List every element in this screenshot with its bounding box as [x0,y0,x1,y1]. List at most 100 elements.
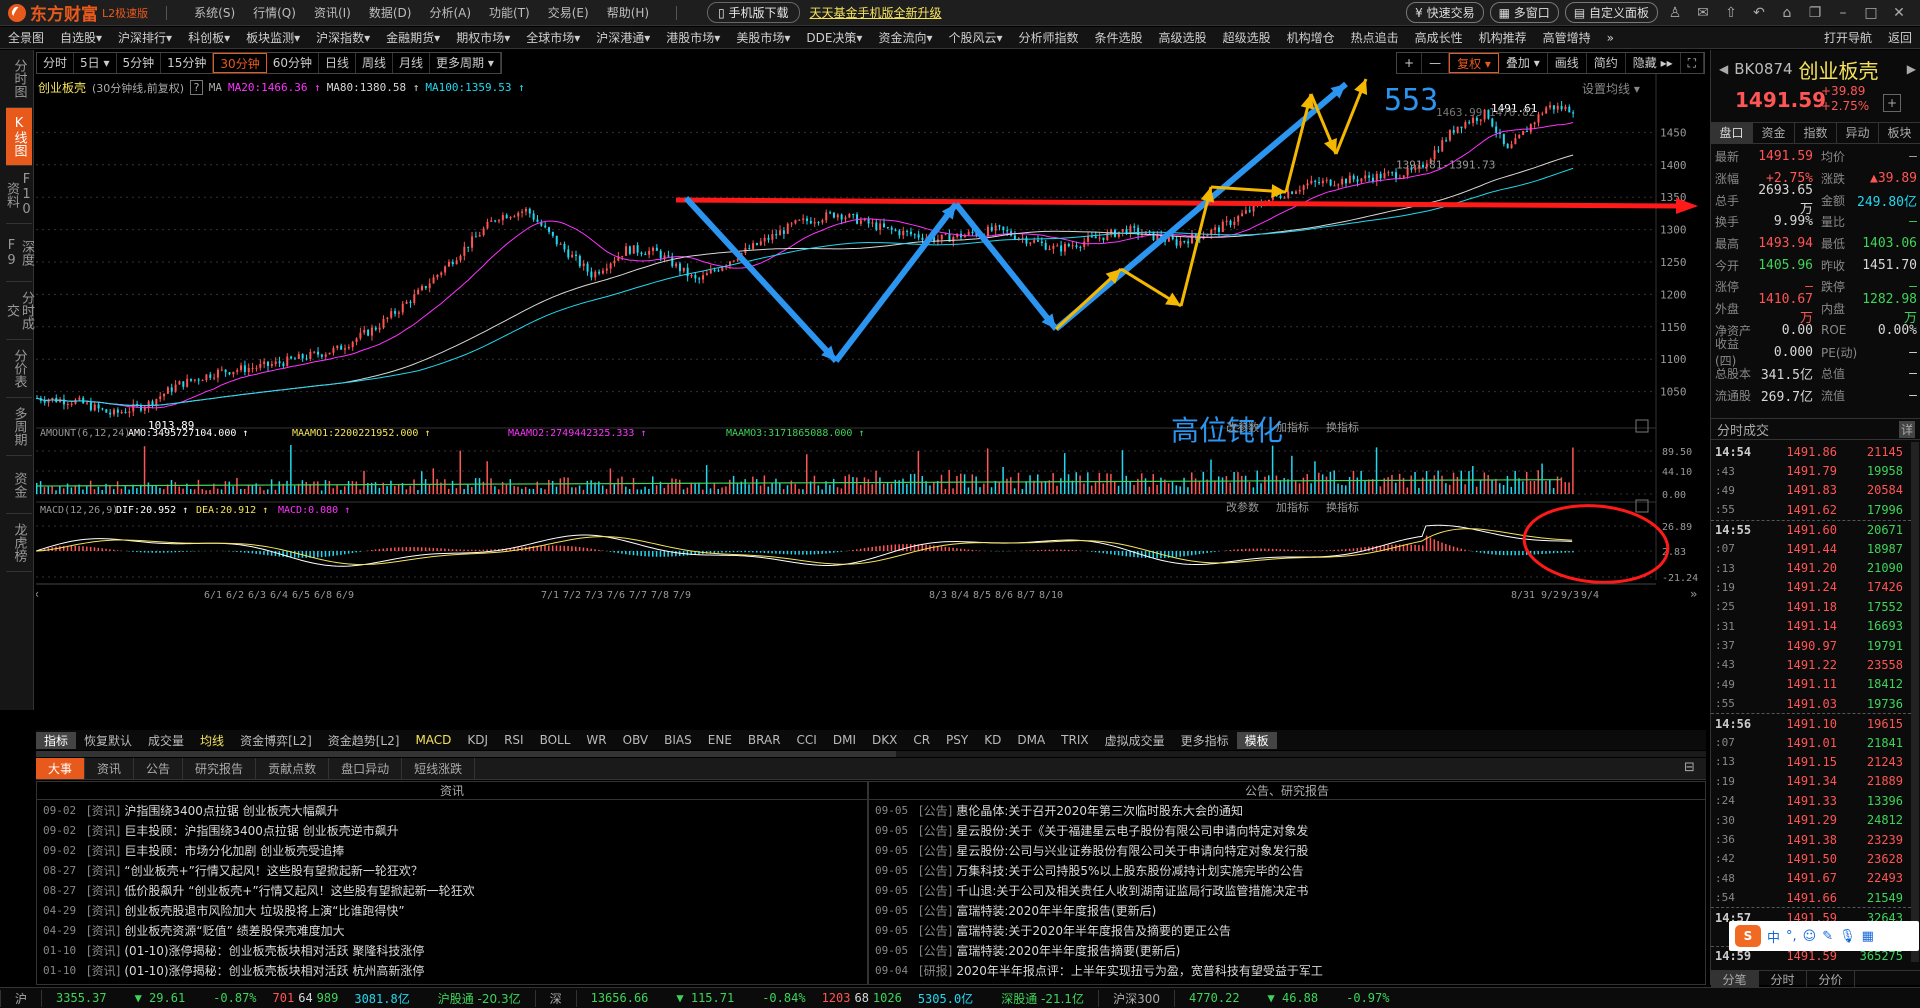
nav-item[interactable]: 沪深指数▾ [308,29,378,46]
ime-toolbar[interactable]: S 中 °, ☺ ✎ 🎙 ▦ [1729,921,1919,951]
sh-index[interactable]: 3355.37 [42,991,121,1005]
news-title[interactable]: 巨丰投顾：市场分化加剧 创业板壳受追捧 [124,842,344,859]
indicator-item[interactable]: DKX [864,733,905,747]
quote-tab[interactable]: 盘口 [1711,123,1753,143]
indicator-item[interactable]: CR [905,733,938,747]
news-title[interactable]: 创业板壳资源“贬值” 绩差股保壳难度加大 [124,922,344,939]
hs300-index[interactable]: 4770.22 [1175,991,1254,1005]
sz-index[interactable]: 13656.66 [577,991,663,1005]
indicator-item[interactable]: TRIX [1053,733,1096,747]
mic-icon[interactable]: 🎙 [1839,929,1856,944]
indicator-scrollbar[interactable] [36,751,1706,757]
quote-tab[interactable]: 异动 [1837,123,1879,143]
menu-item[interactable]: 系统(S) [185,4,244,21]
news-title[interactable]: 千山退:关于公司及相关责任人收到湖南证监局行政监管措施决定书 [956,882,1308,899]
nav-item[interactable]: 美股市场▾ [728,29,798,46]
chart-tool-button[interactable]: ⛶ [1681,53,1705,73]
news-tab[interactable]: 盘口异动 [329,758,403,779]
news-title[interactable]: 富瑞特装:2020年半年度报告(更新后) [956,902,1156,919]
indicator-item[interactable]: WR [578,733,614,747]
indicator-item[interactable]: DMA [1009,733,1053,747]
news-item[interactable]: 09-05 [公告] 富瑞特装:2020年半年度报告(更新后) [869,900,1705,920]
indicator-item[interactable]: CCI [789,733,825,747]
nav-right-item[interactable]: 打开导航 [1816,29,1880,46]
ticks-view-tab[interactable]: 分笔 [1711,971,1759,988]
vol-close-icon[interactable] [1635,419,1649,433]
news-title[interactable]: 富瑞特装:关于2020年半年度报告及摘要的更正公告 [956,922,1231,939]
nav-item[interactable]: 自选股▾ [52,29,110,46]
nav-item[interactable]: 个股风云▾ [940,29,1010,46]
news-item[interactable]: 09-05 [公告] 富瑞特装:2020年半年度报告摘要(更新后) [869,940,1705,960]
ime-punct[interactable]: °, [1786,929,1797,944]
promo-link[interactable]: 天天基金手机版全新升级 [810,4,942,21]
pen-icon[interactable]: ✎ [1822,929,1833,944]
news-title[interactable]: (01-10)涨停揭秘：创业板壳板块相对活跃 聚隆科技涨停 [124,942,424,959]
news-item[interactable]: 09-02 [资讯] 巨丰投顾：市场分化加剧 创业板壳受追捧 [37,840,867,860]
nav-item[interactable]: 机构推荐 [1471,29,1535,46]
period-tab[interactable]: 周线 [356,53,394,73]
vol-panel-button[interactable]: 加指标 [1276,420,1309,434]
nav-item[interactable]: » [1599,31,1622,45]
news-item[interactable]: 09-04 [研报] 2020年半年报点评：上半年实现扭亏为盈，宽普科技有望受益于军… [869,960,1705,980]
left-tab[interactable]: 分时成交 [4,282,34,340]
nav-item[interactable]: 分析师指数 [1011,29,1087,46]
vol-panel-button[interactable]: 换指标 [1326,420,1359,434]
news-title[interactable]: 沪指围绕3400点拉锯 创业板壳大幅飙升 [124,802,338,819]
kline-chart[interactable]: 1050110011501200125013001350140014501013… [32,74,1706,724]
menu-item[interactable]: 帮助(H) [598,4,658,21]
news-title[interactable]: 星云股份:公司与兴业证券股份有限公司关于申请向特定对象发行股 [956,842,1308,859]
nav-item[interactable]: 沪深排行▾ [110,29,180,46]
news-item[interactable]: 04-29 [资讯] 创业板壳资源“贬值” 绩差股保壳难度加大 [37,920,867,940]
next-stock-arrow[interactable]: ▶ [1907,62,1916,76]
news-item[interactable]: 09-05 [公告] 惠伦晶体:关于召开2020年第三次临时股东大会的通知 [869,800,1705,820]
chart-tool-button[interactable]: 叠加 ▾ [1499,53,1548,73]
quick-trade-button[interactable]: ¥ 快速交易 [1406,2,1484,23]
kline-chart-area[interactable]: 1050 1100 1150 1200 1250 1300 1350 1400 1450 1013… [32,74,1706,724]
menu-item[interactable]: 数据(D) [360,4,421,21]
news-title[interactable]: “创业板壳+”行情又起风！这些股有望掀起新一轮狂欢？ [124,862,423,879]
indicator-item[interactable]: 模板 [1236,731,1277,749]
menu-item[interactable]: 资讯(I) [305,4,360,21]
left-tab[interactable]: 资金 [6,456,32,514]
period-tab[interactable]: 5分钟 [117,53,162,73]
chart-tool-button[interactable]: 复权 ▾ [1449,53,1499,73]
period-tab[interactable]: 30分钟 [213,53,267,73]
news-item[interactable]: 09-02 [资讯] 巨丰投顾：沪指围绕3400点拉锯 创业板壳逆市飙升 [37,820,867,840]
add-watchlist-button[interactable]: + [1883,94,1901,112]
ticks-detail-button[interactable]: 详 [1898,420,1915,438]
news-title[interactable]: 低价股飙升 “创业板壳+”行情又起风！这些股有望掀起新一轮狂欢 [124,882,474,899]
indicator-item[interactable]: OBV [615,733,657,747]
nav-item[interactable]: 高成长性 [1407,29,1471,46]
indicator-item[interactable]: MACD [407,733,459,747]
nav-item[interactable]: 条件选股 [1087,29,1151,46]
news-title[interactable]: 富瑞特装:2020年半年度报告摘要(更新后) [956,942,1180,959]
ticks-scrollbar[interactable] [1911,442,1919,962]
collapse-news-icon[interactable]: ⊟ [1684,760,1695,775]
news-title[interactable]: 2020年半年报点评：上半年实现扭亏为盈，宽普科技有望受益于军工 [956,962,1323,979]
indicator-item[interactable]: 指标 [36,731,77,749]
news-item[interactable]: 09-05 [公告] 万集科技:关于公司持股5%以上股东股份减持计划实施完毕的公告 [869,860,1705,880]
nav-item[interactable]: 机构增仓 [1279,29,1343,46]
nav-right-item[interactable]: 返回 [1880,29,1920,46]
quote-tab[interactable]: 板块 [1879,123,1920,143]
news-title[interactable]: 创业板壳股退市风险加大 垃圾股将上演“比谁跑得快” [124,902,404,919]
indicator-item[interactable]: BOLL [532,733,579,747]
menu-item[interactable]: 行情(Q) [244,4,305,21]
nav-item[interactable]: 资金流向▾ [870,29,940,46]
nav-item[interactable]: 期权市场▾ [448,29,518,46]
news-tab[interactable]: 贡献点数 [256,758,330,779]
mail-icon[interactable]: ✉ [1692,5,1714,21]
news-tab[interactable]: 短线涨跌 [402,758,476,779]
news-title[interactable]: 万集科技:关于公司持股5%以上股东股份减持计划实施完毕的公告 [956,862,1303,879]
news-item[interactable]: 01-10 [资讯] (01-10)涨停揭秘：创业板壳板块相对活跃 聚隆科技涨停 [37,940,867,960]
period-tab[interactable]: 月线 [393,53,431,73]
indicator-item[interactable]: KDJ [459,733,496,747]
maximize-icon[interactable]: □ [1860,5,1882,21]
macd-panel-button[interactable]: 改参数 [1226,500,1259,514]
nav-item[interactable]: 全景图 [0,29,52,46]
indicator-item[interactable]: 资金趋势[L2] [320,732,408,749]
left-tab[interactable]: 分价表 [6,340,32,398]
nav-item[interactable]: DDE决策▾ [798,29,870,46]
indicator-item[interactable]: PSY [938,733,976,747]
user-icon[interactable]: ♙ [1664,5,1686,21]
